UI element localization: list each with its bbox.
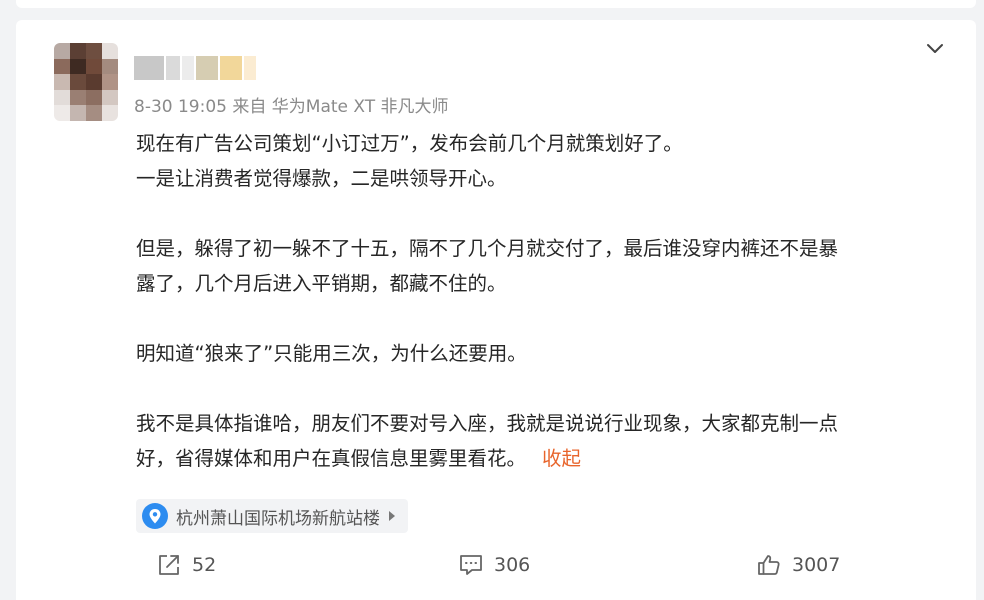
repost-button[interactable]: 52: [156, 550, 216, 580]
repost-count: 52: [192, 554, 217, 576]
post-line: 露了，几个月后进入平销期，都藏不住的。: [136, 272, 507, 295]
post-line: 明知道“狼来了”只能用三次，为什么还要用。: [136, 342, 527, 365]
like-button[interactable]: 3007: [756, 550, 840, 580]
collapse-link[interactable]: 收起: [542, 447, 581, 470]
author-name-blurred[interactable]: [134, 56, 256, 80]
location-label: 杭州萧山国际机场新航站楼: [176, 508, 380, 529]
post-line: 现在有广告公司策划“小订过万”，发布会前几个月就策划好了。: [136, 132, 683, 155]
comment-button[interactable]: 306: [458, 550, 530, 580]
post-meta: 8-30 19:05 来自 华为Mate XT 非凡大师: [134, 97, 449, 117]
post-paragraph: 但是，躲得了初一躲不了十五，隔不了几个月就交付了，最后谁没穿内裤还不是暴 露了，…: [136, 231, 956, 301]
location-pin-icon: [142, 503, 168, 529]
post-paragraph: 明知道“狼来了”只能用三次，为什么还要用。: [136, 336, 956, 371]
comment-icon: [460, 555, 482, 575]
action-bar: 52 306 3007: [16, 550, 976, 580]
chevron-down-icon: [927, 44, 943, 53]
avatar[interactable]: [54, 43, 118, 121]
share-icon: [159, 555, 179, 575]
post-line: 我不是具体指谁哈，朋友们不要对号入座，我就是说说行业现象，大家都克制一点: [136, 412, 839, 435]
previous-post-card: [16, 0, 976, 8]
comment-count: 306: [494, 554, 531, 576]
post-paragraph: 现在有广告公司策划“小订过万”，发布会前几个月就策划好了。 一是让消费者觉得爆款…: [136, 126, 956, 196]
like-count: 3007: [792, 554, 841, 576]
post-line: 但是，躲得了初一躲不了十五，隔不了几个月就交付了，最后谁没穿内裤还不是暴: [136, 237, 839, 260]
caret-right-icon: [389, 511, 395, 521]
post-line: 一是让消费者觉得爆款，二是哄领导开心。: [136, 167, 507, 190]
thumbs-up-icon: [758, 555, 780, 575]
location-tag[interactable]: 杭州萧山国际机场新航站楼: [136, 499, 408, 533]
post-paragraph: 我不是具体指谁哈，朋友们不要对号入座，我就是说说行业现象，大家都克制一点 好，省…: [136, 406, 956, 476]
post-line: 好，省得媒体和用户在真假信息里雾里看花。: [136, 447, 527, 470]
post-content: 现在有广告公司策划“小订过万”，发布会前几个月就策划好了。 一是让消费者觉得爆款…: [136, 126, 956, 476]
more-options-button[interactable]: [922, 38, 948, 60]
post-card: 8-30 19:05 来自 华为Mate XT 非凡大师 现在有广告公司策划“小…: [16, 20, 976, 600]
